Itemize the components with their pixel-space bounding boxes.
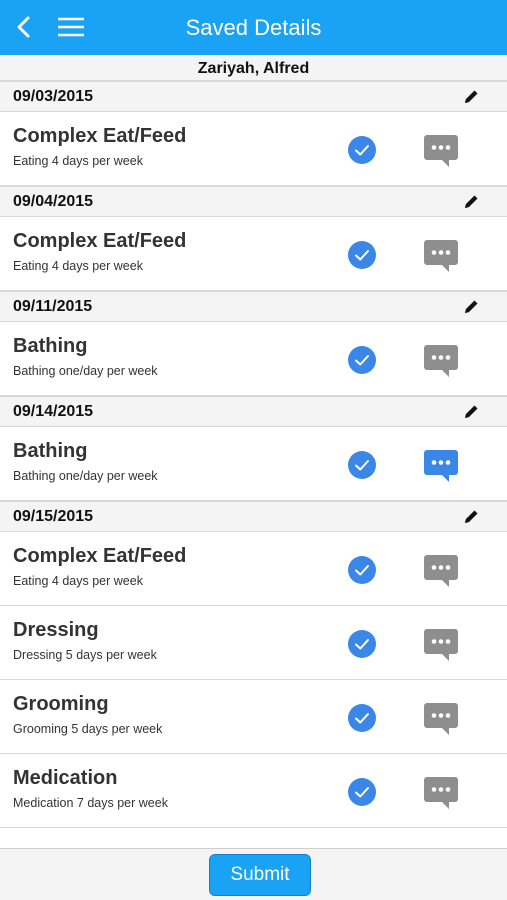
pencil-icon[interactable]	[462, 193, 480, 211]
date-label: 09/15/2015	[13, 508, 94, 525]
check-circle-icon[interactable]	[347, 629, 377, 659]
item-title: Medication	[13, 767, 118, 789]
item-title: Grooming	[13, 693, 109, 715]
speech-bubble-icon[interactable]	[423, 553, 459, 589]
patient-name: Zariyah, Alfred	[0, 55, 507, 81]
date-label: 09/04/2015	[13, 193, 94, 210]
speech-bubble-icon[interactable]	[423, 238, 459, 274]
item-title: Bathing	[13, 440, 88, 462]
date-label: 09/11/2015	[13, 298, 93, 315]
item-description: Grooming 5 days per week	[13, 722, 163, 736]
saved-details-list: 09/03/2015 Complex Eat/Feed Eating 4 days …	[0, 81, 507, 848]
submit-button[interactable]: Submit	[209, 854, 311, 896]
page-title: Saved Details	[185, 15, 322, 40]
list-item[interactable]: Complex Eat/Feed Eating 4 days per week	[0, 532, 507, 606]
date-header: 09/15/2015	[0, 501, 507, 532]
list-item[interactable]: Complex Eat/Feed Eating 4 days per week	[0, 112, 507, 186]
speech-bubble-icon[interactable]	[423, 701, 459, 737]
pencil-icon[interactable]	[462, 508, 480, 526]
date-header: 09/11/2015	[0, 291, 507, 322]
speech-bubble-icon[interactable]	[423, 448, 459, 484]
item-title: Complex Eat/Feed	[13, 125, 187, 147]
item-description: Medication 7 days per week	[13, 796, 168, 810]
pencil-icon[interactable]	[462, 403, 480, 421]
top-app-bar: Saved Details	[0, 0, 507, 55]
item-description: Eating 4 days per week	[13, 574, 143, 588]
footer-bar: Submit	[0, 848, 507, 900]
list-item[interactable]: Bathing Bathing one/day per week	[0, 427, 507, 501]
list-item[interactable]: Dressing Dressing 5 days per week	[0, 606, 507, 680]
item-description: Dressing 5 days per week	[13, 648, 157, 662]
check-circle-icon[interactable]	[347, 345, 377, 375]
item-title: Complex Eat/Feed	[13, 230, 187, 252]
date-header: 09/04/2015	[0, 186, 507, 217]
date-label: 09/14/2015	[13, 403, 94, 420]
check-circle-icon[interactable]	[347, 135, 377, 165]
pencil-icon[interactable]	[462, 298, 480, 316]
item-description: Eating 4 days per week	[13, 154, 143, 168]
check-circle-icon[interactable]	[347, 450, 377, 480]
speech-bubble-icon[interactable]	[423, 775, 459, 811]
item-title: Complex Eat/Feed	[13, 545, 187, 567]
check-circle-icon[interactable]	[347, 777, 377, 807]
date-label: 09/03/2015	[13, 88, 94, 105]
item-title: Bathing	[13, 335, 88, 357]
speech-bubble-icon[interactable]	[423, 627, 459, 663]
date-header: 09/14/2015	[0, 396, 507, 427]
date-header: 09/03/2015	[0, 81, 507, 112]
speech-bubble-icon[interactable]	[423, 133, 459, 169]
item-title: Dressing	[13, 619, 99, 641]
check-circle-icon[interactable]	[347, 240, 377, 270]
speech-bubble-icon[interactable]	[423, 343, 459, 379]
check-circle-icon[interactable]	[347, 703, 377, 733]
list-item[interactable]: Bathing Bathing one/day per week	[0, 322, 507, 396]
list-item[interactable]: Complex Eat/Feed Eating 4 days per week	[0, 217, 507, 291]
item-description: Eating 4 days per week	[13, 259, 143, 273]
item-description: Bathing one/day per week	[13, 364, 158, 378]
list-item[interactable]: Medication Medication 7 days per week	[0, 754, 507, 828]
pencil-icon[interactable]	[462, 88, 480, 106]
list-item[interactable]: Grooming Grooming 5 days per week	[0, 680, 507, 754]
item-description: Bathing one/day per week	[13, 469, 158, 483]
check-circle-icon[interactable]	[347, 555, 377, 585]
